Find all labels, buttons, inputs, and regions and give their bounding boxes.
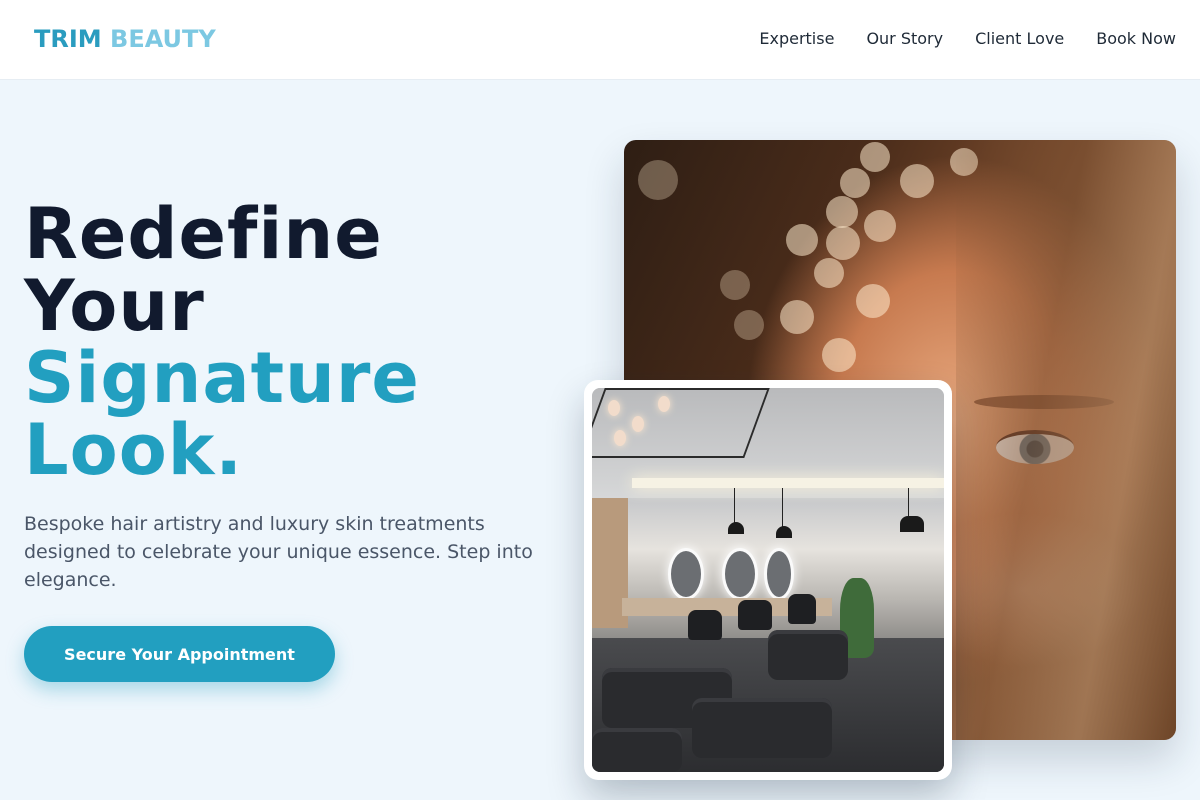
nav-link-our-story[interactable]: Our Story: [866, 29, 943, 48]
logo-word-beauty: BEAUTY: [110, 25, 216, 53]
headline-line-4: Look.: [24, 409, 243, 491]
bokeh-light: [900, 164, 934, 198]
bokeh-light: [826, 196, 858, 228]
salon-image-card: [584, 380, 952, 780]
bokeh-light: [786, 224, 818, 256]
bokeh-light: [856, 284, 890, 318]
salon-chair: [738, 600, 772, 630]
secure-appointment-button[interactable]: Secure Your Appointment: [24, 626, 335, 682]
bokeh-light: [860, 142, 890, 172]
nav-link-book-now[interactable]: Book Now: [1096, 29, 1176, 48]
bokeh-light: [826, 226, 860, 260]
bulb: [632, 416, 644, 432]
bokeh-light: [720, 270, 750, 300]
hair-strands: [956, 140, 1176, 740]
salon-image: [592, 388, 944, 772]
salon-sofa: [692, 698, 832, 758]
pendant-lamp: [900, 516, 924, 532]
site-header: TRIM BEAUTY Expertise Our Story Client L…: [0, 0, 1200, 80]
bulb: [614, 430, 626, 446]
bokeh-light: [822, 338, 856, 372]
round-mirror: [722, 548, 758, 600]
hero-headline: Redefine Your Signature Look.: [24, 198, 420, 486]
pendant-cord: [782, 488, 783, 528]
salon-sofa: [592, 728, 682, 772]
headline-line-2: Your: [24, 265, 205, 347]
headline-line-1: Redefine: [24, 193, 383, 275]
brand-logo[interactable]: TRIM BEAUTY: [34, 25, 216, 53]
ottoman: [768, 630, 848, 680]
bulb: [658, 396, 670, 412]
hero-subtext: Bespoke hair artistry and luxury skin tr…: [24, 513, 533, 591]
bokeh-light: [864, 210, 896, 242]
pendant-cord: [734, 488, 735, 524]
main-nav: Expertise Our Story Client Love Book Now: [759, 29, 1176, 48]
bokeh-light: [814, 258, 844, 288]
salon-chair: [788, 594, 816, 624]
round-mirror: [668, 548, 704, 600]
pendant-cord: [908, 488, 909, 518]
bokeh-light: [780, 300, 814, 334]
bokeh-light: [734, 310, 764, 340]
salon-chair: [688, 610, 722, 640]
pendant-lamp: [776, 526, 792, 538]
ceiling-light-strip: [632, 478, 944, 488]
pendant-lamp: [728, 522, 744, 534]
headline-line-3: Signature: [24, 337, 420, 419]
round-mirror: [764, 548, 794, 600]
bokeh-light: [638, 160, 678, 200]
nav-link-client-love[interactable]: Client Love: [975, 29, 1064, 48]
logo-word-trim: TRIM: [34, 25, 102, 53]
nav-link-expertise[interactable]: Expertise: [759, 29, 834, 48]
bokeh-light: [840, 168, 870, 198]
ceiling-frame: [592, 388, 770, 458]
bulb: [608, 400, 620, 416]
